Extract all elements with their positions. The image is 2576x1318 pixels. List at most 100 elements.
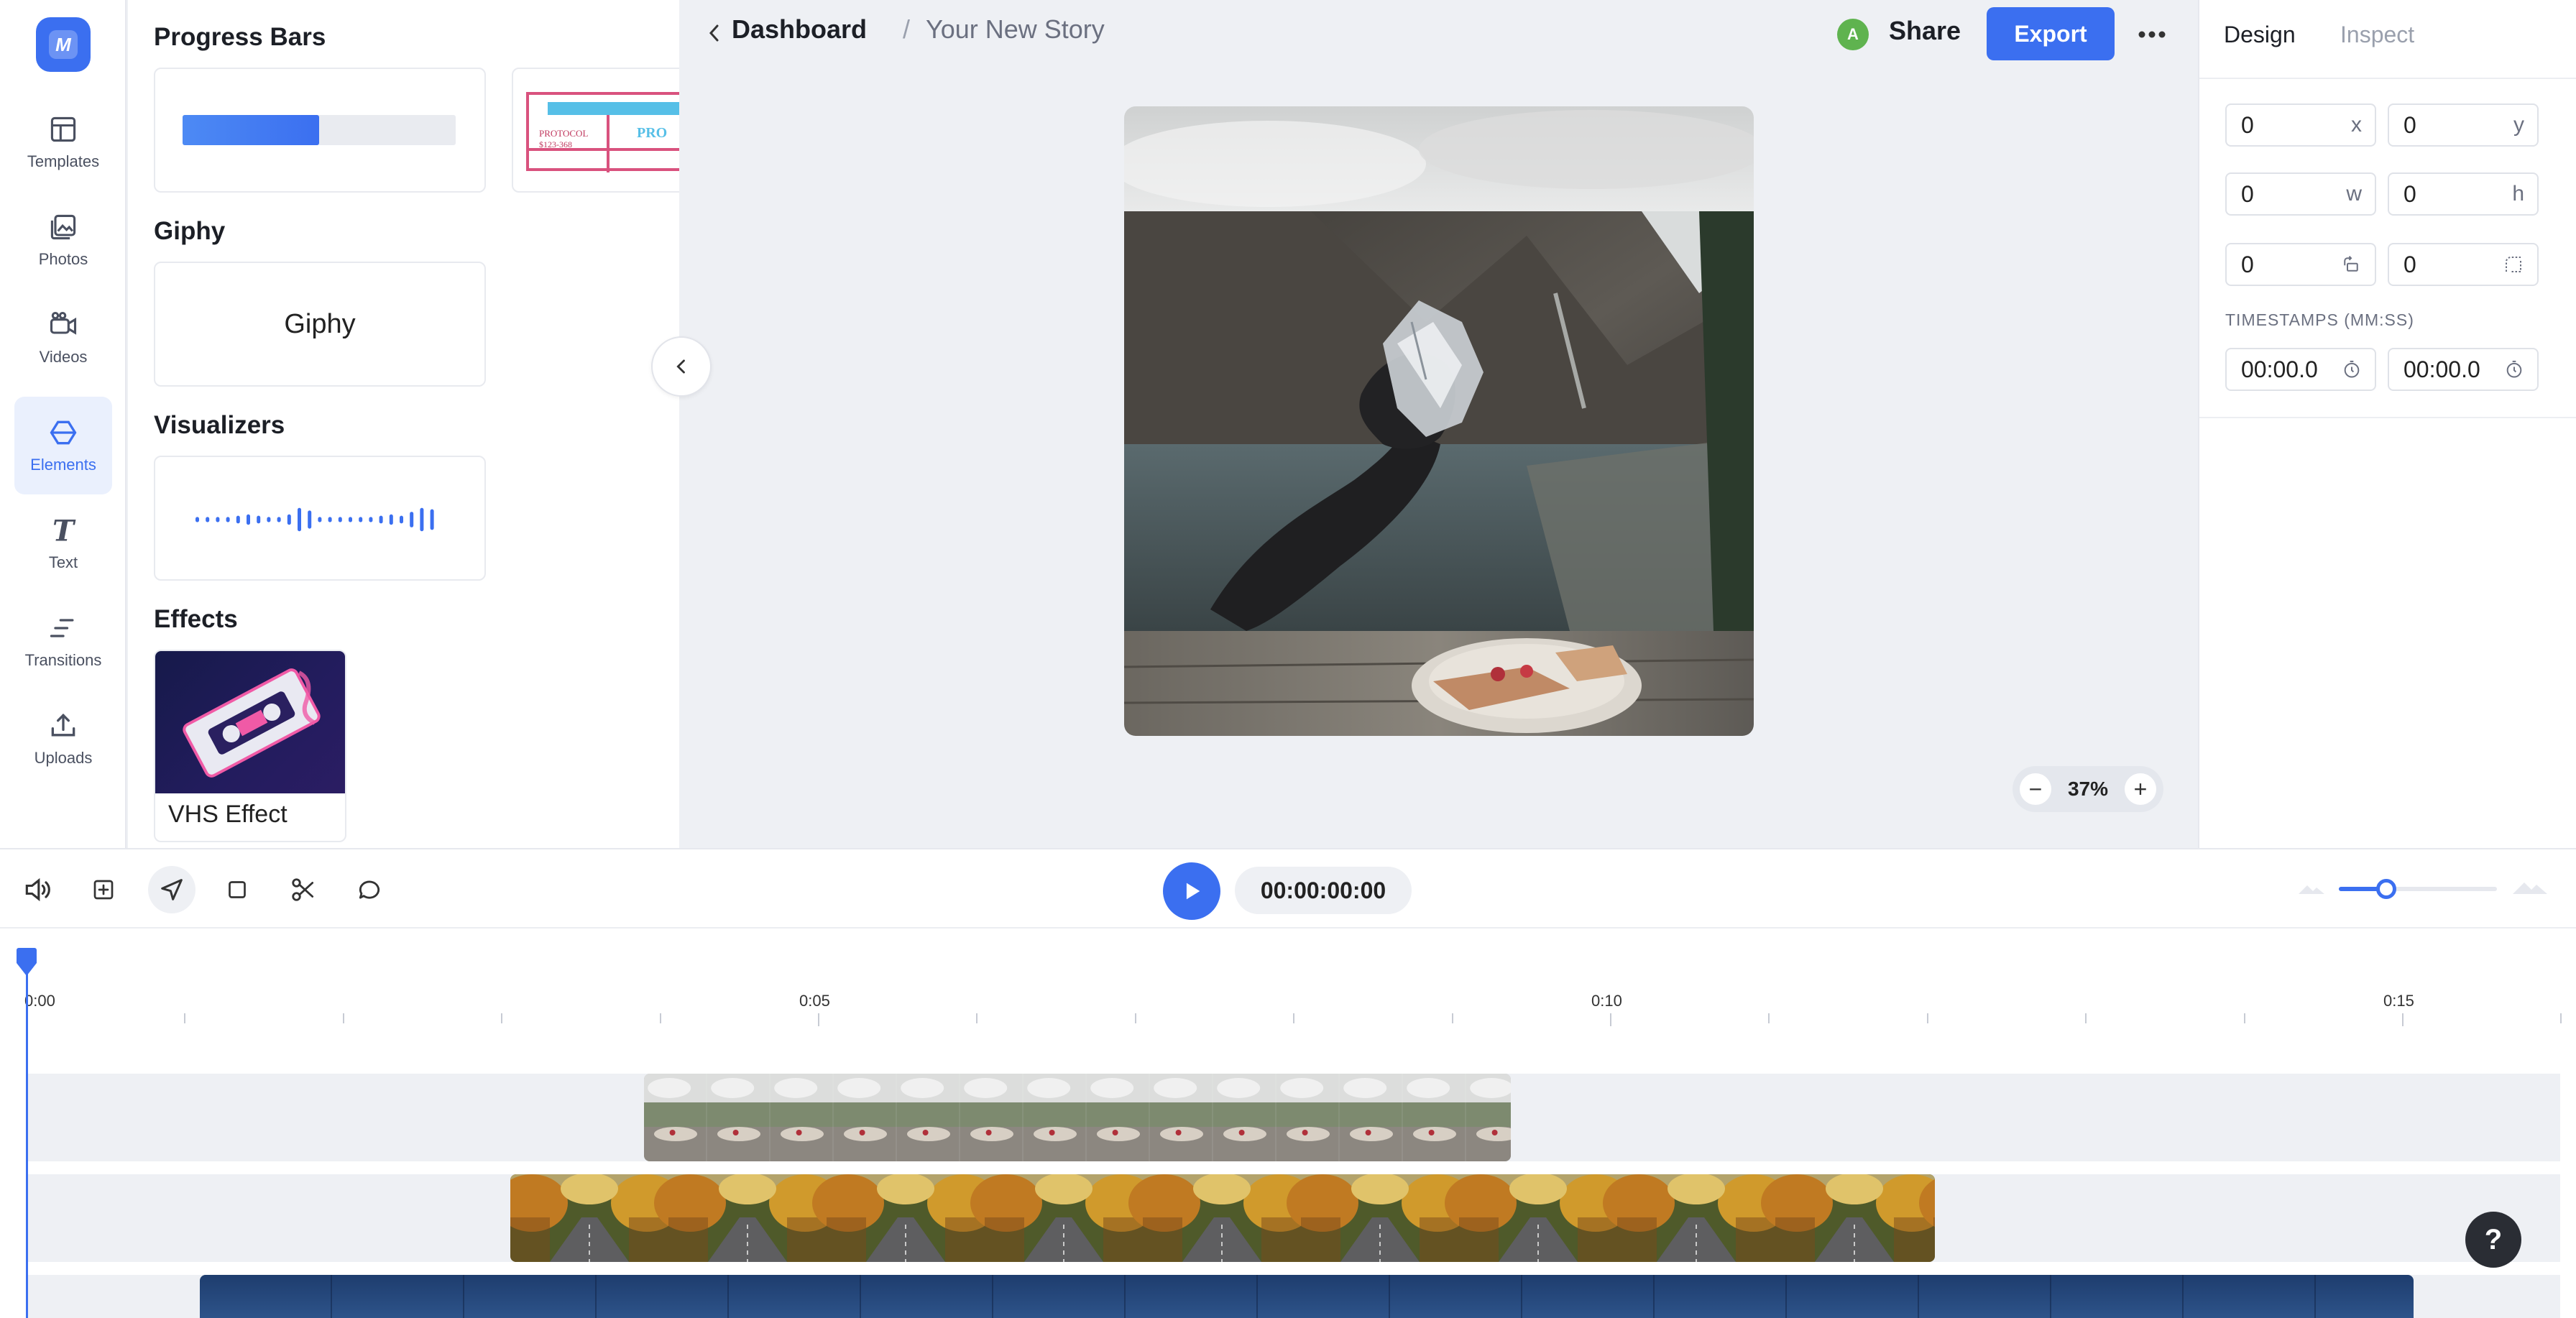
- inspector-panel: Design Inspect 0 x 0 y 0 w 0 h 0 0 TIMES…: [2198, 0, 2576, 848]
- waveform-icon: [196, 507, 434, 532]
- visualizer-element[interactable]: [154, 456, 486, 581]
- elements-icon: [50, 420, 77, 445]
- ruler-tick: [1293, 1013, 1295, 1023]
- clip-frame: [1126, 1275, 1258, 1318]
- breadcrumb-dashboard[interactable]: Dashboard: [732, 14, 867, 45]
- ruler-tick: [1768, 1013, 1770, 1023]
- tick-label: 0:00: [24, 992, 55, 1010]
- zoom-in-mountain-icon[interactable]: [2511, 877, 2549, 897]
- nav-item-transitions[interactable]: Transitions: [14, 592, 112, 690]
- story-title[interactable]: Your New Story: [926, 14, 1105, 45]
- clip-frame: [597, 1275, 729, 1318]
- crop-tool-button[interactable]: [216, 868, 259, 911]
- ruler-tick: [501, 1013, 503, 1023]
- avatar[interactable]: A: [1837, 19, 1869, 50]
- progress-bar-element[interactable]: [154, 68, 486, 193]
- breadcrumb-separator: /: [903, 14, 911, 44]
- nav-item-templates[interactable]: Templates: [14, 93, 112, 191]
- waveform-bar: [400, 515, 403, 524]
- more-options-icon[interactable]: [2136, 20, 2168, 49]
- square-icon: [229, 881, 246, 898]
- comment-button[interactable]: [348, 868, 391, 911]
- protocol-frame: PROTOCOL $123-368 PRO: [526, 92, 679, 172]
- add-media-button[interactable]: [82, 868, 125, 911]
- x-label: x: [2351, 113, 2362, 137]
- giphy-card-label: Giphy: [284, 308, 356, 339]
- clip-frame: [812, 1174, 999, 1262]
- tab-inspect[interactable]: Inspect: [2340, 22, 2414, 48]
- help-button[interactable]: ?: [2465, 1212, 2521, 1268]
- tick-label: 0:10: [1591, 992, 1622, 1010]
- clip-frame: [960, 1074, 1024, 1161]
- select-tool-button[interactable]: [148, 866, 196, 913]
- back-chevron-icon[interactable]: [706, 22, 723, 45]
- export-button[interactable]: Export: [1987, 7, 2115, 60]
- waveform-bar: [298, 507, 301, 532]
- zoom-out-mountain-icon[interactable]: [2297, 880, 2326, 897]
- timeline-zoom-slider[interactable]: [2339, 879, 2497, 899]
- section-title-progress-bars: Progress Bars: [154, 23, 326, 51]
- clip-food-table[interactable]: [644, 1074, 1511, 1161]
- rotation-field[interactable]: 0: [2225, 243, 2376, 286]
- nav-label: Uploads: [34, 749, 93, 767]
- vhs-effect-element[interactable]: VHS Effect: [154, 650, 346, 842]
- cut-tool-button[interactable]: [282, 868, 325, 911]
- waveform-bar: [277, 517, 281, 522]
- clip-frame: [1403, 1074, 1466, 1161]
- story-canvas[interactable]: [1124, 106, 1754, 736]
- ruler-tick: [818, 1013, 819, 1026]
- zoom-out-button[interactable]: −: [2020, 773, 2051, 805]
- corner-radius-field[interactable]: 0: [2388, 243, 2539, 286]
- protocol-progress-element[interactable]: PROTOCOL $123-368 PRO: [512, 68, 679, 193]
- height-field[interactable]: 0 h: [2388, 172, 2539, 216]
- timeline: 00:00:00:00 0:00 0:05 0:10 0:15: [0, 848, 2576, 1318]
- photos-icon: [50, 214, 76, 240]
- svg-text:T: T: [52, 515, 76, 546]
- x-position-field[interactable]: 0 x: [2225, 103, 2376, 147]
- vhs-thumbnail: [155, 651, 345, 793]
- app-logo[interactable]: M: [36, 17, 91, 72]
- logo-icon: M: [49, 30, 78, 59]
- clip-frame: [993, 1275, 1126, 1318]
- end-time-field[interactable]: 00:00.0: [2388, 348, 2539, 391]
- share-button[interactable]: Share: [1889, 16, 1961, 46]
- nav-item-photos[interactable]: Photos: [14, 191, 112, 289]
- waveform-bar: [267, 517, 271, 522]
- nav-item-uploads[interactable]: Uploads: [14, 690, 112, 788]
- left-nav-rail: M Templates Photos Videos Elements T Tex…: [0, 0, 126, 848]
- clip-frame: [644, 1074, 707, 1161]
- zoom-slider-thumb[interactable]: [2376, 879, 2396, 899]
- timestamps-label: TIMESTAMPS (MM:SS): [2225, 310, 2414, 329]
- y-label: y: [2513, 113, 2524, 137]
- nav-item-elements[interactable]: Elements: [14, 397, 112, 494]
- x-value: 0: [2241, 111, 2254, 138]
- waveform-bar: [318, 517, 322, 522]
- play-button[interactable]: [1163, 862, 1220, 920]
- volume-button[interactable]: [16, 868, 59, 911]
- collapse-panel-button[interactable]: [651, 336, 712, 397]
- timecode-display: 00:00:00:00: [1235, 867, 1412, 914]
- clip-frame: [1445, 1174, 1632, 1262]
- tab-design[interactable]: Design: [2224, 22, 2296, 48]
- clip-frame: [861, 1275, 993, 1318]
- waveform-bar: [389, 514, 393, 525]
- stopwatch-icon: [2506, 360, 2522, 378]
- clip-frame: [770, 1074, 834, 1161]
- nav-item-text[interactable]: T Text: [14, 494, 112, 592]
- clip-autumn-road[interactable]: [510, 1174, 1935, 1262]
- zoom-in-button[interactable]: +: [2124, 773, 2156, 805]
- scissors-icon: [292, 878, 314, 901]
- y-position-field[interactable]: 0 y: [2388, 103, 2539, 147]
- width-field[interactable]: 0 w: [2225, 172, 2376, 216]
- chevron-left-icon: [676, 359, 685, 374]
- ruler-tick: [1610, 1013, 1611, 1026]
- giphy-element[interactable]: Giphy: [154, 262, 486, 387]
- w-label: w: [2346, 182, 2362, 206]
- nav-item-videos[interactable]: Videos: [14, 289, 112, 387]
- clip-blue-sky[interactable]: [200, 1275, 2414, 1318]
- clip-frame: [2184, 1275, 2316, 1318]
- elements-panel: Progress Bars PROTOCOL $123-368 PRO Giph…: [128, 0, 679, 848]
- clip-frame: [1287, 1174, 1473, 1262]
- clip-frame: [834, 1074, 897, 1161]
- start-time-field[interactable]: 00:00.0: [2225, 348, 2376, 391]
